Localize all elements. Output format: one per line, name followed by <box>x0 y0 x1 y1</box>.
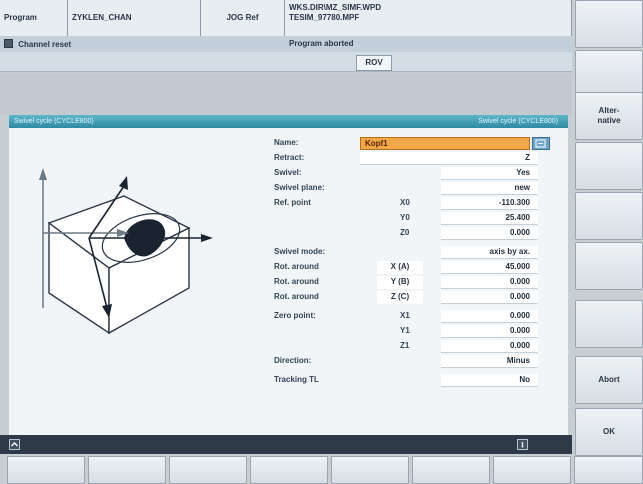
operating-mode: JOG Ref <box>201 0 285 36</box>
rot3-label: Rot. around <box>274 292 319 301</box>
rot1-field[interactable]: 45.000 <box>441 261 538 274</box>
abort-softkey[interactable]: Abort <box>575 356 643 404</box>
vsk-6[interactable] <box>575 242 643 290</box>
swivel-plane-label: Swivel plane: <box>274 183 325 192</box>
zero-point-label: Zero point: <box>274 311 316 320</box>
y0-field[interactable]: 25.400 <box>441 212 538 225</box>
direction-label: Direction: <box>274 356 312 365</box>
vsk-4[interactable] <box>575 142 643 190</box>
vsk-7[interactable] <box>575 300 643 348</box>
hsk-4[interactable] <box>250 456 328 484</box>
rov-indicator: ROV <box>356 55 392 71</box>
hsk-3[interactable] <box>169 456 247 484</box>
hsk-8[interactable] <box>574 456 643 484</box>
z1-label: Z1 <box>400 341 410 350</box>
hsk-6[interactable] <box>412 456 490 484</box>
program-status: Program aborted <box>285 36 572 52</box>
dialog-title-left: Swivel cycle (CYCLE800) <box>14 118 94 125</box>
tracking-tl-label: Tracking TL <box>274 375 319 384</box>
rot2-axis-select[interactable]: Y (B) <box>377 276 423 289</box>
hsk-7[interactable] <box>493 456 571 484</box>
up-arrow-icon[interactable] <box>9 439 20 450</box>
name-label: Name: <box>274 138 299 147</box>
swivel-mode-label: Swivel mode: <box>274 247 326 256</box>
direction-field[interactable]: Minus <box>441 355 538 368</box>
rot1-axis-select[interactable]: X (A) <box>377 261 423 274</box>
vsk-5[interactable] <box>575 192 643 240</box>
ok-softkey[interactable]: OK <box>575 408 643 456</box>
y1-field[interactable]: 0.000 <box>441 325 538 338</box>
x1-label: X1 <box>400 311 410 320</box>
ref-point-label: Ref. point <box>274 198 311 207</box>
channel-name: ZYKLEN_CHAN <box>68 0 201 36</box>
retract-label: Retract: <box>274 153 305 162</box>
channel-reset-text: Channel reset <box>18 40 72 49</box>
axis-vertical-head <box>39 168 47 180</box>
name-field[interactable]: Kopf1 <box>360 137 530 150</box>
swivel-field[interactable]: Yes <box>441 167 538 180</box>
z1-field[interactable]: 0.000 <box>441 340 538 353</box>
hsk-2[interactable] <box>88 456 166 484</box>
rot3-field[interactable]: 0.000 <box>441 291 538 304</box>
swivel-dialog: Name: Kopf1 Retract: Z Swivel: Yes Swive… <box>9 128 568 435</box>
hsk-5[interactable] <box>331 456 409 484</box>
tracking-tl-field[interactable]: No <box>441 374 538 387</box>
dropdown-icon[interactable] <box>532 137 550 150</box>
vsk-2[interactable] <box>575 50 643 98</box>
y1-label: Y1 <box>400 326 410 335</box>
retract-field[interactable]: Z <box>360 152 538 165</box>
reset-icon <box>4 39 13 48</box>
status-bar <box>0 435 572 454</box>
z0-field[interactable]: 0.000 <box>441 227 538 240</box>
y0-label: Y0 <box>400 213 410 222</box>
hsk-1[interactable] <box>7 456 85 484</box>
program-path-line1: WKS.DIR\MZ_SIMF.WPD <box>289 3 381 12</box>
x0-field[interactable]: -110.300 <box>441 197 538 210</box>
swivel-mode-field[interactable]: axis by ax. <box>441 246 538 259</box>
rotated-axis-y-head <box>119 176 128 190</box>
rot3-axis-select[interactable]: Z (C) <box>377 291 423 304</box>
rotated-axis-x-head <box>201 234 213 242</box>
swivel-label: Swivel: <box>274 168 302 177</box>
swivel-plane-field[interactable]: new <box>441 182 538 195</box>
dialog-titlebar: Swivel cycle (CYCLE800) Swivel cycle (CY… <box>9 115 568 128</box>
channel-status: Channel reset <box>0 36 285 52</box>
swivel-help-graphic <box>39 168 213 335</box>
vsk-1[interactable] <box>575 0 643 48</box>
x0-label: X0 <box>400 198 410 207</box>
program-path: WKS.DIR\MZ_SIMF.WPD TESIM_97780.MPF <box>285 0 572 36</box>
header-blank-row <box>0 52 572 72</box>
header-gray-band <box>0 73 572 115</box>
rot2-field[interactable]: 0.000 <box>441 276 538 289</box>
x1-field[interactable]: 0.000 <box>441 310 538 323</box>
rot2-label: Rot. around <box>274 277 319 286</box>
z0-label: Z0 <box>400 228 410 237</box>
info-icon[interactable] <box>517 439 528 450</box>
rot1-label: Rot. around <box>274 262 319 271</box>
program-path-line2: TESIM_97780.MPF <box>289 13 360 22</box>
dialog-title-right: Swivel cycle (CYCLE800) <box>478 118 558 125</box>
alternative-softkey[interactable]: Alter- native <box>575 92 643 140</box>
program-area-label: Program <box>0 0 68 36</box>
